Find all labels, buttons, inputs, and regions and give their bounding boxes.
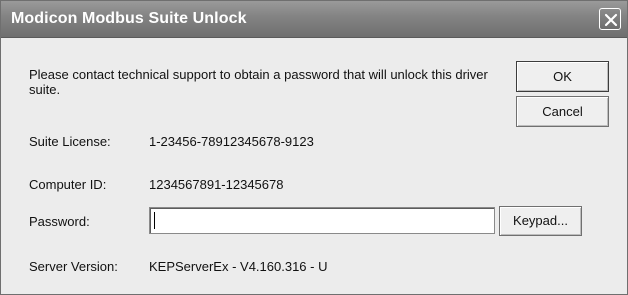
suite-license-value: 1-23456-78912345678-9123 bbox=[149, 134, 314, 149]
password-field[interactable] bbox=[149, 207, 495, 234]
server-version-label: Server Version: bbox=[29, 259, 118, 274]
computer-id-label: Computer ID: bbox=[29, 177, 107, 192]
cancel-button[interactable]: Cancel bbox=[516, 96, 609, 127]
instruction-message: Please contact technical support to obta… bbox=[29, 67, 488, 97]
close-icon bbox=[604, 13, 618, 27]
window-title: Modicon Modbus Suite Unlock bbox=[11, 10, 247, 27]
unlock-dialog: Modicon Modbus Suite Unlock Please conta… bbox=[0, 0, 628, 295]
computer-id-value: 1234567891-12345678 bbox=[149, 177, 284, 192]
close-button[interactable] bbox=[599, 8, 621, 30]
text-caret bbox=[154, 212, 155, 229]
server-version-value: KEPServerEx - V4.160.316 - U bbox=[149, 259, 328, 274]
password-label: Password: bbox=[29, 214, 90, 229]
suite-license-label: Suite License: bbox=[29, 134, 111, 149]
keypad-button[interactable]: Keypad... bbox=[499, 206, 582, 236]
ok-button[interactable]: OK bbox=[516, 61, 609, 92]
title-bar[interactable]: Modicon Modbus Suite Unlock bbox=[1, 1, 627, 38]
